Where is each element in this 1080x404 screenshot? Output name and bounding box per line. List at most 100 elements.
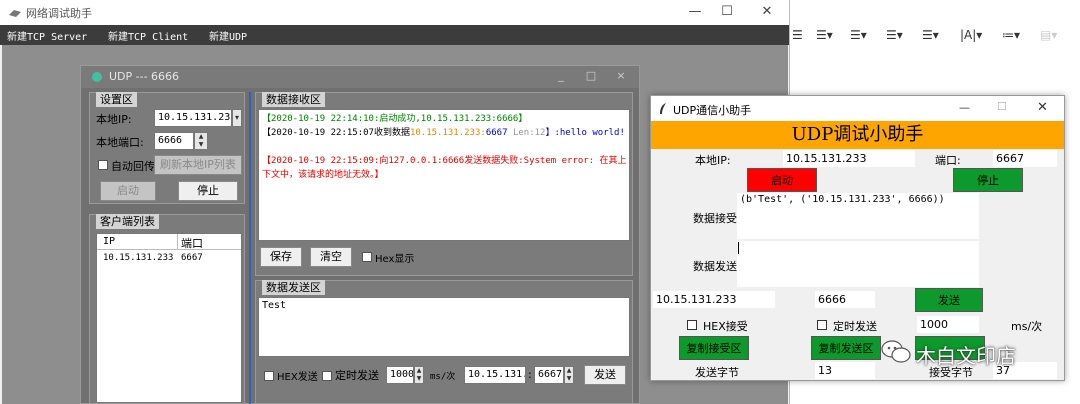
port-stepper-icon[interactable]: ▲ ▼ xyxy=(194,132,208,150)
helper-hex-receive-checkbox[interactable] xyxy=(687,320,697,330)
minimize-icon[interactable]: — xyxy=(680,0,710,24)
udp-minimize-icon[interactable]: _ xyxy=(551,69,571,82)
start-button[interactable]: 启动 xyxy=(100,181,156,201)
wechat-icon xyxy=(881,340,911,363)
clear-button[interactable]: 清空 xyxy=(310,247,352,267)
client-ip-cell: 10.15.131.233 xyxy=(103,253,174,263)
udp-maximize-icon[interactable]: □ xyxy=(581,69,601,82)
close-icon[interactable]: ✕ xyxy=(752,0,782,24)
rx-received-ip: 10.15.131.233 xyxy=(409,128,481,138)
helper-start-button[interactable]: 启动 xyxy=(747,168,817,192)
align-justify-icon[interactable]: ☰▾ xyxy=(886,28,903,42)
helper-interval-unit: ms/次 xyxy=(1011,320,1043,333)
helper-hex-receive-label: HEX接受 xyxy=(703,320,748,333)
rx-received-prefix: 【2020-10-19 22:15:07收到数据 xyxy=(262,128,410,138)
menu-new-udp[interactable]: 新建UDP xyxy=(209,28,247,43)
interval-input[interactable]: 1000 xyxy=(386,366,414,384)
helper-send-area[interactable] xyxy=(737,241,979,287)
client-table: IP 端口 10.15.131.233 6667 xyxy=(96,233,242,403)
interval-unit-label: ms/次 xyxy=(430,372,456,382)
table-row[interactable]: 10.15.131.233 6667 xyxy=(97,252,241,266)
maximize-icon[interactable]: ☐ xyxy=(712,0,742,24)
receive-group-title: 数据接收区 xyxy=(262,92,325,107)
helper-banner: UDP调试小助手 xyxy=(651,121,1064,149)
helper-send-bytes-label: 发送字节 xyxy=(695,366,739,379)
timed-send-checkbox[interactable] xyxy=(322,371,332,381)
column-header-port[interactable]: 端口 xyxy=(181,235,203,251)
rx-received-port: 6667 xyxy=(485,128,508,138)
text-cursor xyxy=(738,242,739,254)
auto-echo-checkbox[interactable] xyxy=(98,160,108,170)
align-center-icon[interactable]: ☰▾ xyxy=(816,28,833,42)
helper-port-input[interactable]: 6667 xyxy=(993,150,1057,167)
watermark-text: 木白文印店 xyxy=(916,344,1016,368)
chevron-down-icon[interactable]: ▾ xyxy=(232,109,242,127)
send-button[interactable]: 发送 xyxy=(584,365,626,385)
main-menubar: 新建TCP Server 新建TCP Client 新建UDP xyxy=(0,25,789,45)
main-titlebar: 网络调试助手 — ☐ ✕ xyxy=(0,0,789,25)
target-ip-input[interactable]: 10.15.131.2 xyxy=(464,366,526,384)
save-button[interactable]: 保存 xyxy=(260,247,302,267)
helper-stop-button[interactable]: 停止 xyxy=(953,168,1023,192)
client-list-group: 客户端列表 IP 端口 10.15.131.233 6667 xyxy=(89,214,245,404)
receive-text-area[interactable]: 【2020-10-19 22:14:10:启动成功,10.15.131.233:… xyxy=(258,109,630,241)
main-window-title: 网络调试助手 xyxy=(26,7,92,20)
helper-timed-send-checkbox[interactable] xyxy=(817,320,827,330)
rx-line-start-success: 【2020-10-19 22:14:10:启动成功,10.15.131.233:… xyxy=(262,114,528,124)
helper-copy-receive-button[interactable]: 复制接受区 xyxy=(679,336,749,360)
helper-target-port-input[interactable]: 6666 xyxy=(815,291,875,308)
helper-target-ip-input[interactable]: 10.15.131.233 xyxy=(653,291,775,308)
text-format-icon[interactable]: |A|▾ xyxy=(960,28,982,42)
hex-send-checkbox[interactable] xyxy=(264,371,274,381)
menu-new-tcp-client[interactable]: 新建TCP Client xyxy=(108,28,188,43)
helper-maximize-icon[interactable]: ☐ xyxy=(997,100,1007,113)
refresh-ip-button[interactable]: 刷新本地IP列表 xyxy=(154,155,242,175)
column-header-ip[interactable]: IP xyxy=(103,236,115,247)
rx-received-len: Len:12 xyxy=(512,128,546,138)
target-port-stepper-icon[interactable]: ▲ ▼ xyxy=(564,366,574,384)
client-port-cell: 6667 xyxy=(181,253,203,263)
helper-receive-label: 数据接受: xyxy=(693,212,741,225)
helper-window-title: UDP通信小助手 xyxy=(673,104,752,117)
helper-send-bytes-value: 13 xyxy=(815,362,875,379)
local-ip-select[interactable]: 10.15.131.233 xyxy=(154,109,232,127)
helper-titlebar: UDP通信小助手 — ☐ ✕ xyxy=(651,96,1064,121)
udp-close-icon[interactable]: × xyxy=(611,69,631,82)
app-icon xyxy=(9,10,21,17)
settings-group-title: 设置区 xyxy=(96,92,137,107)
helper-send-button[interactable]: 发送 xyxy=(915,288,983,312)
editor-toolbar: ☰ ☰▾ ☰▾ ☰▾ ☰▾ |A|▾ ≔▾ ▤▾ xyxy=(790,22,1080,50)
rx-line-error-1: 【2020-10-19 22:15:09:向127.0.0.1:6666发送数据… xyxy=(262,156,627,166)
indent-icon[interactable]: ☰▾ xyxy=(922,28,939,42)
auto-echo-label: 自动回传 xyxy=(111,160,155,173)
table-icon[interactable]: ▤▾ xyxy=(1040,28,1057,42)
target-port-input[interactable]: 6667 xyxy=(534,366,564,384)
hex-send-label: HEX发送 xyxy=(277,372,318,383)
menu-new-tcp-server[interactable]: 新建TCP Server xyxy=(7,28,87,43)
stop-button[interactable]: 停止 xyxy=(178,181,238,201)
send-group-title: 数据发送区 xyxy=(262,280,325,295)
helper-timed-send-label: 定时发送 xyxy=(833,320,877,333)
timed-send-label: 定时发送 xyxy=(335,369,379,382)
helper-local-ip-label: 本地IP: xyxy=(695,154,731,167)
rx-received-suffix: 】:hello world! xyxy=(545,128,625,138)
local-ip-label: 本地IP: xyxy=(96,113,132,126)
helper-local-ip-input[interactable]: 10.15.131.233 xyxy=(783,150,915,167)
send-text-area[interactable]: Test xyxy=(258,297,630,357)
rx-line-error-2: 下文中，该请求的地址无效。】 xyxy=(262,170,384,180)
interval-stepper-icon[interactable]: ▲ ▼ xyxy=(414,366,424,384)
helper-send-label: 数据发送: xyxy=(693,260,741,273)
udp-window: UDP --- 6666 _ □ × 设置区 本地IP: 10.15.131.2… xyxy=(80,65,640,404)
vertical-splitter[interactable] xyxy=(249,92,251,404)
helper-receive-area[interactable]: (b'Test', ('10.15.131.233', 6666)) xyxy=(737,193,979,239)
align-right-icon[interactable]: ☰▾ xyxy=(850,28,867,42)
client-list-title: 客户端列表 xyxy=(96,214,159,229)
local-port-input[interactable]: 6666 xyxy=(154,132,194,150)
helper-interval-input[interactable]: 1000 xyxy=(917,316,979,333)
align-left-icon[interactable]: ☰ xyxy=(792,28,803,42)
hex-display-checkbox[interactable] xyxy=(362,252,372,262)
list-icon[interactable]: ≔▾ xyxy=(1002,28,1020,42)
udp-window-icon xyxy=(92,72,102,82)
helper-minimize-icon[interactable]: — xyxy=(959,101,970,114)
helper-close-icon[interactable]: ✕ xyxy=(1037,100,1048,115)
